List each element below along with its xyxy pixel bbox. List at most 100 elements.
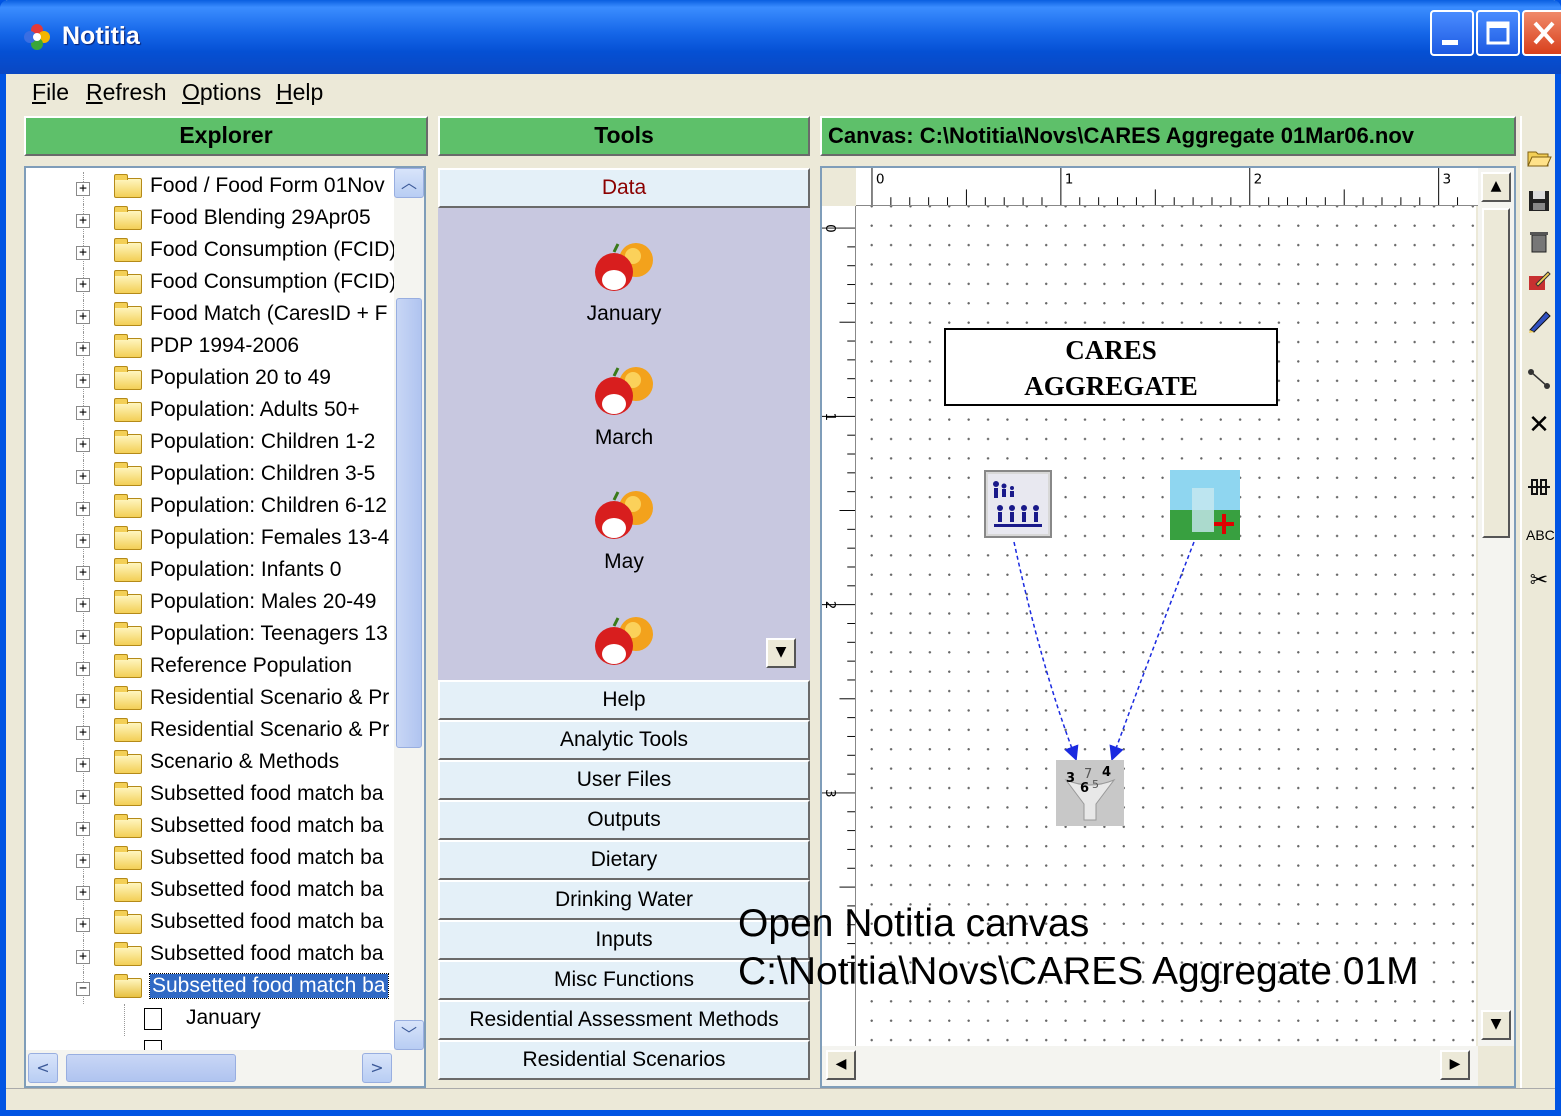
expand-icon[interactable]: +	[76, 630, 90, 644]
menu-file[interactable]: File	[32, 79, 69, 106]
collapse-icon[interactable]: −	[76, 982, 90, 996]
tree-item[interactable]: + Subsetted food match ba	[26, 780, 394, 812]
scroll-left-button[interactable]: <	[28, 1053, 58, 1083]
expand-icon[interactable]: +	[76, 374, 90, 388]
expand-icon[interactable]: +	[76, 950, 90, 964]
cut-icon[interactable]: ✂	[1526, 568, 1552, 594]
align-icon[interactable]	[1526, 474, 1552, 500]
explorer-vertical-scrollbar[interactable]: ︿ ﹀	[394, 168, 424, 1050]
tree-item[interactable]: + Food Consumption (FCID)	[26, 236, 394, 268]
tree-item[interactable]: + Subsetted food match ba	[26, 908, 394, 940]
maximize-button[interactable]	[1476, 10, 1520, 56]
tree-item[interactable]: + Subsetted food match ba	[26, 876, 394, 908]
tree-item[interactable]: + Population: Adults 50+	[26, 396, 394, 428]
tree-item[interactable]: + Reference Population	[26, 652, 394, 684]
tree-child-item[interactable]: January	[26, 1004, 394, 1036]
edit-icon[interactable]	[1526, 268, 1552, 294]
tree-item[interactable]: + Population: Infants 0	[26, 556, 394, 588]
expand-icon[interactable]: +	[76, 822, 90, 836]
canvas-scroll-left-button[interactable]: ◀	[826, 1050, 856, 1080]
tree-item[interactable]: + Population 20 to 49	[26, 364, 394, 396]
expand-icon[interactable]: +	[76, 502, 90, 516]
tree-item[interactable]: + Population: Children 3-5	[26, 460, 394, 492]
text-icon[interactable]: ABC	[1526, 522, 1555, 548]
tree-item[interactable]: + Population: Teenagers 13	[26, 620, 394, 652]
connect-icon[interactable]	[1526, 366, 1552, 392]
tree-item[interactable]: + Population: Children 6-12	[26, 492, 394, 524]
expand-icon[interactable]: +	[76, 662, 90, 676]
expand-icon[interactable]: +	[76, 758, 90, 772]
tree-item[interactable]: + Population: Children 1-2	[26, 428, 394, 460]
expand-icon[interactable]: +	[76, 598, 90, 612]
menu-refresh[interactable]: Refresh	[86, 79, 167, 106]
expand-icon[interactable]: +	[76, 342, 90, 356]
expand-icon[interactable]: +	[76, 918, 90, 932]
trash-icon[interactable]	[1526, 228, 1552, 254]
tree-item[interactable]: + Residential Scenario & Pr	[26, 716, 394, 748]
delete-icon[interactable]: ✕	[1526, 412, 1552, 438]
expand-icon[interactable]: +	[76, 854, 90, 868]
tree-item[interactable]: + Food Consumption (FCID)	[26, 268, 394, 300]
tree-child-item[interactable]	[26, 1036, 394, 1050]
tool-section-button[interactable]: User Files	[438, 760, 810, 800]
expand-icon[interactable]: +	[76, 278, 90, 292]
explorer-horizontal-thumb[interactable]	[66, 1054, 236, 1082]
tree-item[interactable]: + Food Match (CaresID + F	[26, 300, 394, 332]
save-icon[interactable]	[1526, 188, 1552, 214]
expand-icon[interactable]: +	[76, 310, 90, 324]
tool-section-button[interactable]: Dietary	[438, 840, 810, 880]
open-folder-icon[interactable]	[1526, 144, 1552, 170]
expand-icon[interactable]: +	[76, 246, 90, 260]
scroll-right-button[interactable]: >	[362, 1053, 392, 1083]
canvas-vertical-thumb[interactable]	[1482, 208, 1510, 538]
expand-icon[interactable]: +	[76, 566, 90, 580]
expand-icon[interactable]: +	[76, 886, 90, 900]
scroll-down-button[interactable]: ﹀	[394, 1020, 424, 1050]
tool-section-button[interactable]: Help	[438, 680, 810, 720]
tree-item[interactable]: + Population: Males 20-49	[26, 588, 394, 620]
scroll-up-button[interactable]: ︿	[394, 168, 424, 198]
tree-item[interactable]: + Subsetted food match ba	[26, 940, 394, 972]
tool-item-may[interactable]: May	[438, 484, 810, 594]
pen-icon[interactable]	[1526, 308, 1552, 334]
tool-section-button[interactable]: Residential Assessment Methods	[438, 1000, 810, 1040]
title-bar[interactable]: Notitia	[0, 0, 1561, 74]
expand-icon[interactable]: +	[76, 438, 90, 452]
aggregate-node-icon[interactable]: 3 7 4 6 5	[1056, 760, 1124, 826]
expand-icon[interactable]: +	[76, 470, 90, 484]
tool-item-march[interactable]: March	[438, 360, 810, 470]
close-button[interactable]	[1522, 10, 1561, 56]
canvas-vertical-scrollbar[interactable]: ▲ ▼	[1478, 168, 1514, 1046]
tree-item[interactable]: + Food Blending 29Apr05	[26, 204, 394, 236]
expand-icon[interactable]: +	[76, 726, 90, 740]
tree-item[interactable]: + Residential Scenario & Pr	[26, 684, 394, 716]
tools-scroll-down-button[interactable]: ▼	[766, 638, 796, 668]
expand-icon[interactable]: +	[76, 534, 90, 548]
tool-item-january[interactable]: January	[438, 236, 810, 346]
tree-item[interactable]: + Population: Females 13-4	[26, 524, 394, 556]
expand-icon[interactable]: +	[76, 406, 90, 420]
tool-section-data[interactable]: Data	[438, 168, 810, 208]
canvas-scroll-up-button[interactable]: ▲	[1481, 172, 1511, 202]
explorer-vertical-thumb[interactable]	[396, 298, 422, 748]
canvas-scroll-down-button[interactable]: ▼	[1481, 1010, 1511, 1040]
tree-item[interactable]: + Food / Food Form 01Nov	[26, 172, 394, 204]
tree-item[interactable]: + Subsetted food match ba	[26, 844, 394, 876]
minimize-button[interactable]	[1430, 10, 1474, 56]
tool-section-button[interactable]: Analytic Tools	[438, 720, 810, 760]
tree-item[interactable]: + Scenario & Methods	[26, 748, 394, 780]
expand-icon[interactable]: +	[76, 694, 90, 708]
tree-item[interactable]: + PDP 1994-2006	[26, 332, 394, 364]
canvas-scroll-right-button[interactable]: ▶	[1440, 1050, 1470, 1080]
tree-item[interactable]: + Subsetted food match ba	[26, 812, 394, 844]
expand-icon[interactable]: +	[76, 790, 90, 804]
menu-options[interactable]: Options	[182, 79, 261, 106]
tool-section-button[interactable]: Outputs	[438, 800, 810, 840]
tree-item-selected[interactable]: − Subsetted food match ba	[26, 972, 394, 1004]
canvas-horizontal-scrollbar[interactable]: ◀ ▶	[822, 1046, 1478, 1086]
expand-icon[interactable]: +	[76, 214, 90, 228]
menu-help[interactable]: Help	[276, 79, 323, 106]
tool-section-button[interactable]: Residential Scenarios	[438, 1040, 810, 1080]
explorer-horizontal-scrollbar[interactable]: < >	[26, 1050, 424, 1086]
expand-icon[interactable]: +	[76, 182, 90, 196]
